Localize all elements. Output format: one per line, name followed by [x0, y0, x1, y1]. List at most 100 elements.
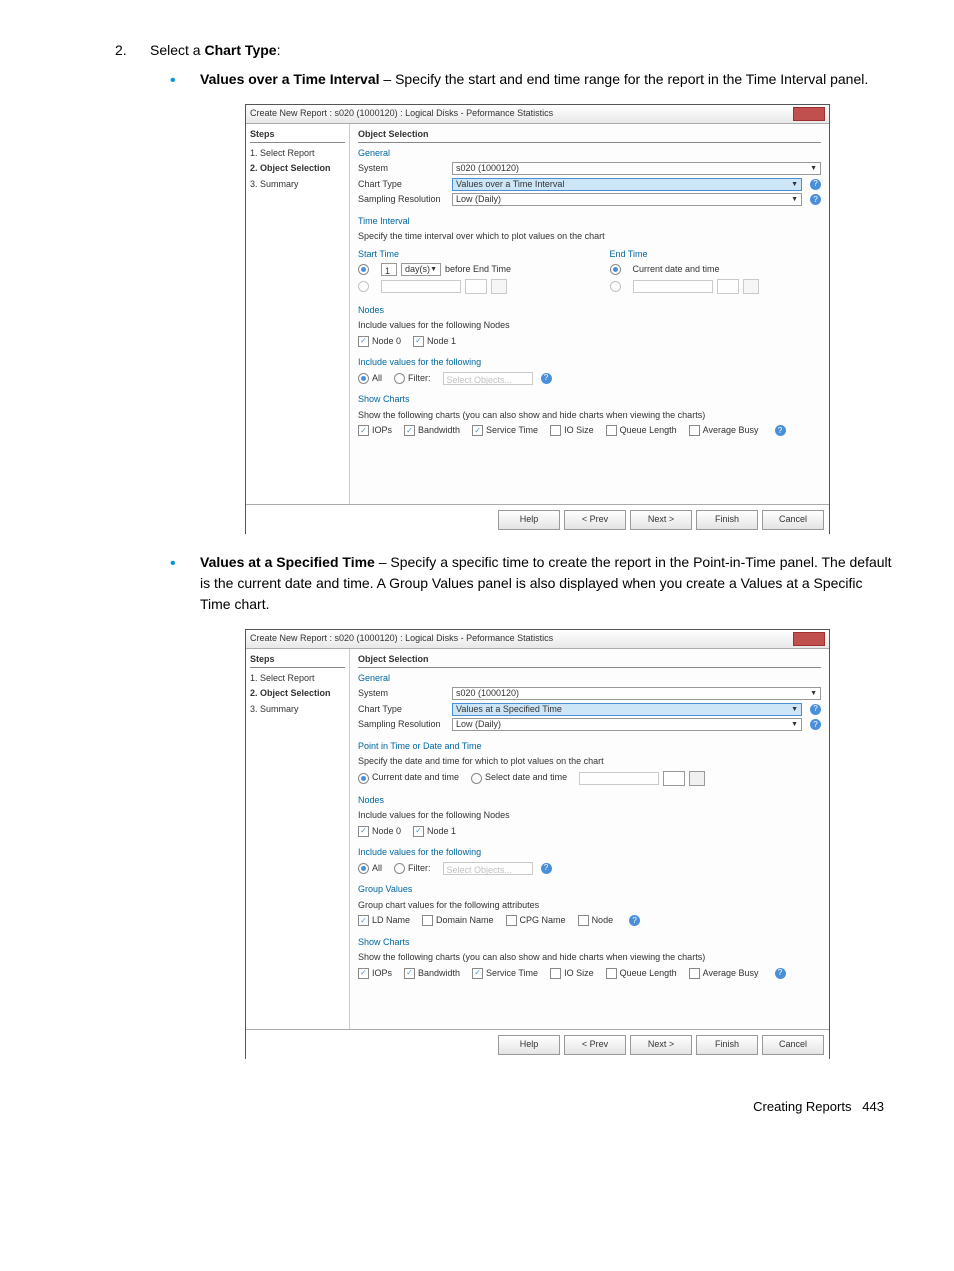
cpg-name-check[interactable]: CPG Name: [506, 914, 566, 928]
filter-filter-radio[interactable]: Filter:: [394, 372, 431, 386]
stepper-icon[interactable]: [663, 771, 685, 786]
help-icon[interactable]: ?: [775, 968, 786, 979]
step-summary[interactable]: 3. Summary: [250, 702, 345, 718]
prev-button[interactable]: < Prev: [564, 1035, 626, 1055]
window-title: Create New Report : s020 (1000120) : Log…: [250, 632, 793, 646]
bandwidth-check[interactable]: Bandwidth: [404, 424, 460, 438]
calendar-icon[interactable]: [689, 771, 705, 786]
avg-busy-check[interactable]: Average Busy: [689, 424, 759, 438]
page-footer: Creating Reports 443: [60, 1099, 894, 1114]
days-unit-select[interactable]: day(s)▼: [401, 263, 441, 276]
start-date-input[interactable]: [381, 280, 461, 293]
filter-filter-radio[interactable]: Filter:: [394, 862, 431, 876]
sampling-select[interactable]: Low (Daily)▼: [452, 718, 802, 731]
help-icon[interactable]: ?: [775, 425, 786, 436]
general-section: General: [358, 672, 821, 686]
dialog-specified-time: Create New Report : s020 (1000120) : Log…: [245, 629, 830, 1059]
node-check[interactable]: Node: [578, 914, 614, 928]
filter-objects-input[interactable]: Select Objects...: [443, 862, 533, 875]
chart-type-select[interactable]: Values over a Time Interval▼: [452, 178, 802, 191]
start-time-label: Start Time: [358, 248, 570, 262]
io-size-check[interactable]: IO Size: [550, 424, 594, 438]
help-icon[interactable]: ?: [541, 373, 552, 384]
nodes-desc: Include values for the following Nodes: [358, 319, 821, 333]
stepper-icon[interactable]: [717, 279, 739, 294]
prev-button[interactable]: < Prev: [564, 510, 626, 530]
include-values-section: Include values for the following: [358, 846, 821, 860]
service-time-check[interactable]: Service Time: [472, 967, 538, 981]
step-object-selection[interactable]: 2. Object Selection: [250, 686, 345, 702]
sampling-select[interactable]: Low (Daily)▼: [452, 193, 802, 206]
current-dt-radio[interactable]: Current date and time: [358, 771, 459, 785]
node0-check[interactable]: Node 0: [358, 825, 401, 839]
next-button[interactable]: Next >: [630, 1035, 692, 1055]
cancel-button[interactable]: Cancel: [762, 1035, 824, 1055]
steps-header: Steps: [250, 128, 345, 143]
help-icon[interactable]: ?: [810, 704, 821, 715]
calendar-icon[interactable]: [491, 279, 507, 294]
finish-button[interactable]: Finish: [696, 1035, 758, 1055]
select-dt-radio[interactable]: Select date and time: [471, 771, 567, 785]
end-current-radio[interactable]: [610, 264, 621, 275]
help-icon[interactable]: ?: [810, 719, 821, 730]
next-button[interactable]: Next >: [630, 510, 692, 530]
filter-all-radio[interactable]: All: [358, 862, 382, 876]
show-charts-section: Show Charts: [358, 393, 821, 407]
filter-all-radio[interactable]: All: [358, 372, 382, 386]
end-date-input[interactable]: [633, 280, 713, 293]
step-select-report[interactable]: 1. Select Report: [250, 671, 345, 687]
dialog-time-interval: Create New Report : s020 (1000120) : Log…: [245, 104, 830, 534]
calendar-icon[interactable]: [743, 279, 759, 294]
window-title: Create New Report : s020 (1000120) : Log…: [250, 107, 793, 121]
iops-check[interactable]: IOPs: [358, 424, 392, 438]
help-icon[interactable]: ?: [810, 194, 821, 205]
page-number: 443: [862, 1099, 884, 1114]
stepper-icon[interactable]: [465, 279, 487, 294]
window-close-icon[interactable]: [793, 107, 825, 121]
help-icon[interactable]: ?: [810, 179, 821, 190]
help-button[interactable]: Help: [498, 510, 560, 530]
end-absolute-radio[interactable]: [610, 281, 621, 292]
system-select[interactable]: s020 (1000120)▼: [452, 687, 821, 700]
chart-type-select[interactable]: Values at a Specified Time▼: [452, 703, 802, 716]
chart-type-label: Chart Type: [358, 178, 448, 192]
object-selection-title: Object Selection: [358, 653, 821, 668]
chart-type-label: Chart Type: [358, 703, 448, 717]
step-object-selection[interactable]: 2. Object Selection: [250, 161, 345, 177]
cancel-button[interactable]: Cancel: [762, 510, 824, 530]
step-summary[interactable]: 3. Summary: [250, 177, 345, 193]
system-select[interactable]: s020 (1000120)▼: [452, 162, 821, 175]
avg-busy-check[interactable]: Average Busy: [689, 967, 759, 981]
end-time-label: End Time: [610, 248, 822, 262]
before-end-label: before End Time: [445, 263, 511, 277]
nodes-section: Nodes: [358, 794, 821, 808]
start-relative-radio[interactable]: [358, 264, 369, 275]
bandwidth-check[interactable]: Bandwidth: [404, 967, 460, 981]
help-icon[interactable]: ?: [629, 915, 640, 926]
iops-check[interactable]: IOPs: [358, 967, 392, 981]
domain-name-check[interactable]: Domain Name: [422, 914, 494, 928]
finish-button[interactable]: Finish: [696, 510, 758, 530]
time-interval-desc: Specify the time interval over which to …: [358, 230, 821, 244]
queue-length-check[interactable]: Queue Length: [606, 967, 677, 981]
service-time-check[interactable]: Service Time: [472, 424, 538, 438]
object-selection-title: Object Selection: [358, 128, 821, 143]
show-charts-desc: Show the following charts (you can also …: [358, 951, 821, 965]
queue-length-check[interactable]: Queue Length: [606, 424, 677, 438]
node1-check[interactable]: Node 1: [413, 825, 456, 839]
window-close-icon[interactable]: [793, 632, 825, 646]
node0-check[interactable]: Node 0: [358, 335, 401, 349]
ld-name-check[interactable]: LD Name: [358, 914, 410, 928]
dt-input[interactable]: [579, 772, 659, 785]
bullet-a-title: Values over a Time Interval: [200, 71, 380, 87]
filter-objects-input[interactable]: Select Objects...: [443, 372, 533, 385]
days-input[interactable]: 1: [381, 263, 397, 276]
start-absolute-radio[interactable]: [358, 281, 369, 292]
nodes-desc: Include values for the following Nodes: [358, 809, 821, 823]
io-size-check[interactable]: IO Size: [550, 967, 594, 981]
node1-check[interactable]: Node 1: [413, 335, 456, 349]
help-icon[interactable]: ?: [541, 863, 552, 874]
step-select-report[interactable]: 1. Select Report: [250, 146, 345, 162]
help-button[interactable]: Help: [498, 1035, 560, 1055]
footer-text: Creating Reports: [753, 1099, 851, 1114]
